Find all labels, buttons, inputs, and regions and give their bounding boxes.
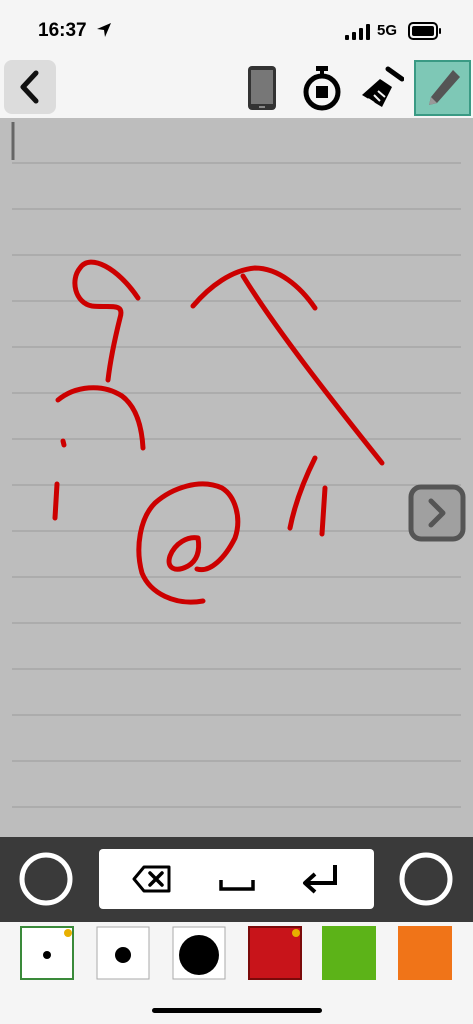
pen-palette <box>0 922 473 988</box>
clear-button[interactable] <box>355 60 407 116</box>
location-arrow-icon <box>97 23 111 37</box>
backspace-key[interactable] <box>129 857 175 901</box>
stopwatch-icon <box>303 66 341 111</box>
next-page-button[interactable] <box>408 484 466 542</box>
timer-button[interactable] <box>296 60 348 116</box>
return-key[interactable] <box>297 857 343 901</box>
return-icon <box>303 865 337 894</box>
pen-size-medium[interactable] <box>96 926 150 980</box>
back-chevron-icon <box>20 70 39 104</box>
phone-mode-button[interactable] <box>236 60 288 116</box>
key-panel <box>99 849 374 909</box>
home-indicator <box>152 1008 322 1013</box>
pencil-icon <box>428 70 460 105</box>
handwriting-strokes <box>52 259 385 605</box>
space-icon <box>219 880 255 891</box>
pen-size-small[interactable] <box>20 926 74 980</box>
selected-indicator-icon <box>292 929 300 937</box>
back-button[interactable] <box>4 60 56 114</box>
left-pen-button[interactable] <box>18 851 74 907</box>
signal-bars-icon <box>345 24 370 40</box>
phone-icon <box>248 66 276 110</box>
selected-indicator-icon <box>64 929 72 937</box>
pen-size-large[interactable] <box>172 926 226 980</box>
key-bar <box>0 837 473 922</box>
status-time: 16:37 <box>38 20 87 41</box>
status-bar: 16:37 5G <box>0 0 473 58</box>
toolbar <box>0 58 473 118</box>
pen-tool-button[interactable] <box>414 60 471 116</box>
color-red[interactable] <box>248 926 302 980</box>
color-orange[interactable] <box>398 926 452 980</box>
network-label: 5G <box>377 22 398 39</box>
space-key[interactable] <box>214 857 260 901</box>
color-green[interactable] <box>322 926 376 980</box>
backspace-icon <box>132 865 171 893</box>
battery-icon <box>408 22 441 40</box>
right-pen-button[interactable] <box>398 851 454 907</box>
broom-icon <box>362 66 404 107</box>
drawing-canvas[interactable] <box>0 118 473 837</box>
